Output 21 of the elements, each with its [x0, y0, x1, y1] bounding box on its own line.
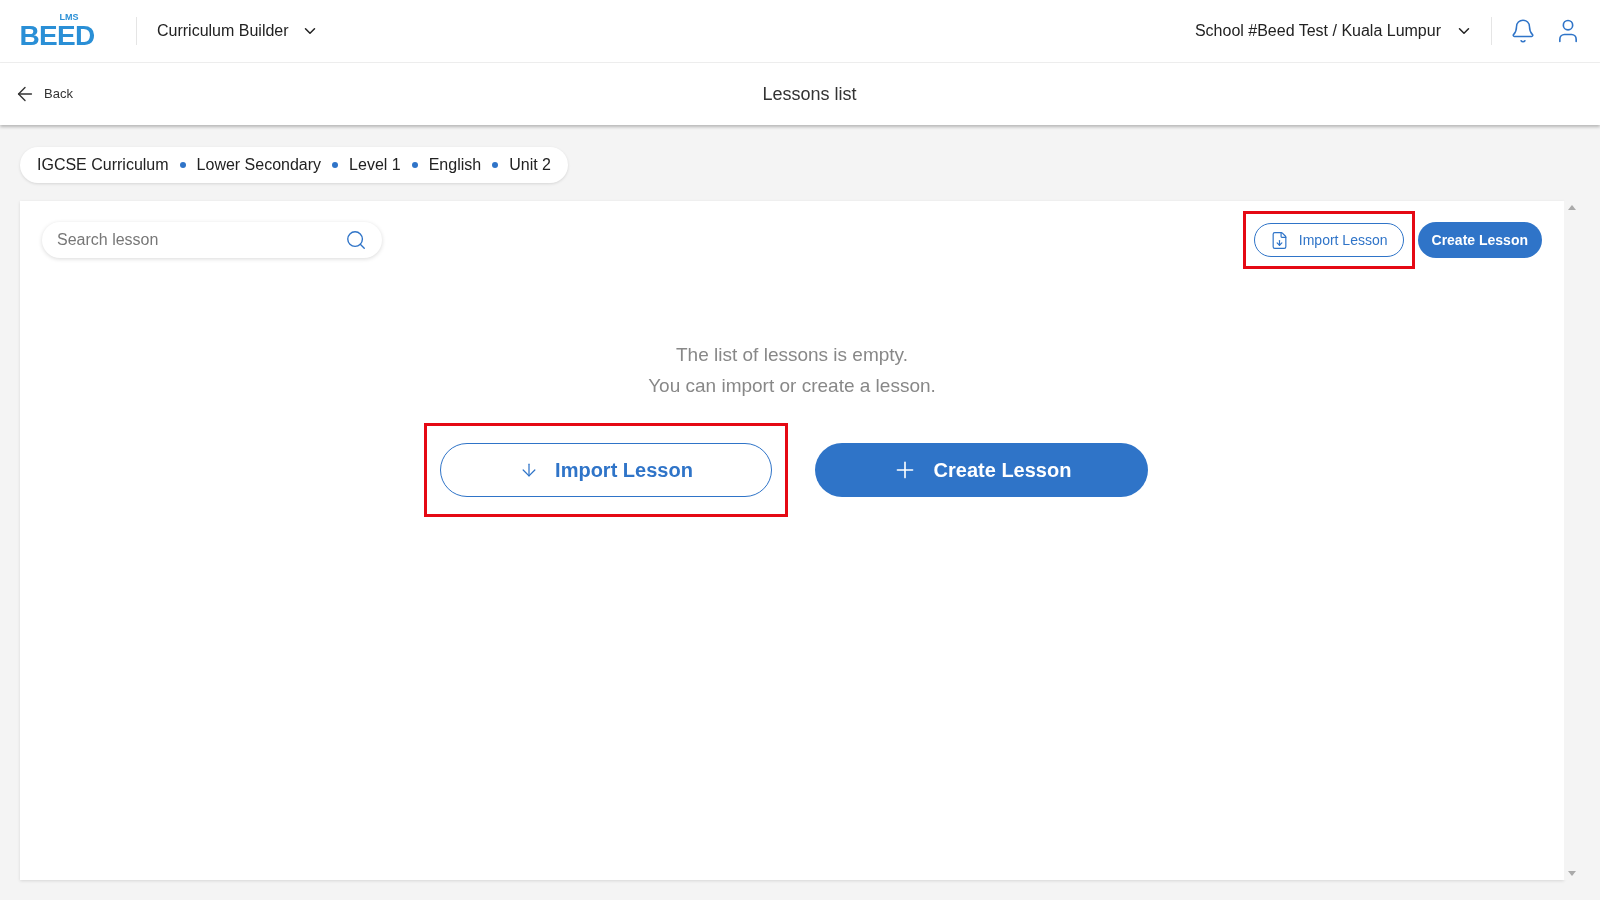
logo-tag: LMS: [59, 13, 79, 22]
scroll-up-icon[interactable]: [1568, 205, 1576, 210]
create-lesson-button[interactable]: Create Lesson: [815, 443, 1148, 497]
search-input[interactable]: Search lesson: [57, 228, 345, 252]
breadcrumb-item[interactable]: IGCSE Curriculum: [37, 153, 169, 177]
back-link[interactable]: Back: [14, 83, 73, 105]
breadcrumb-item[interactable]: Unit 2: [509, 153, 551, 177]
breadcrumb-item[interactable]: Lower Secondary: [196, 153, 322, 177]
empty-message: You can import or create a lesson.: [648, 374, 936, 398]
scroll-down-icon[interactable]: [1568, 871, 1576, 876]
create-lesson-button[interactable]: Create Lesson: [1417, 222, 1542, 258]
logo-wordmark: BEED: [19, 22, 95, 50]
app-menu[interactable]: Curriculum Builder: [157, 19, 319, 43]
breadcrumb-item[interactable]: English: [428, 153, 482, 177]
school-menu[interactable]: School #Beed Test / Kuala Lumpur: [1194, 19, 1473, 43]
search-field[interactable]: Search lesson: [42, 222, 382, 258]
search-icon: [345, 229, 367, 251]
notification-bell-icon[interactable]: [1510, 18, 1536, 44]
breadcrumb-item[interactable]: Level 1: [349, 153, 401, 177]
page-title: Lessons list: [762, 82, 857, 106]
empty-message: The list of lessons is empty.: [676, 343, 908, 367]
